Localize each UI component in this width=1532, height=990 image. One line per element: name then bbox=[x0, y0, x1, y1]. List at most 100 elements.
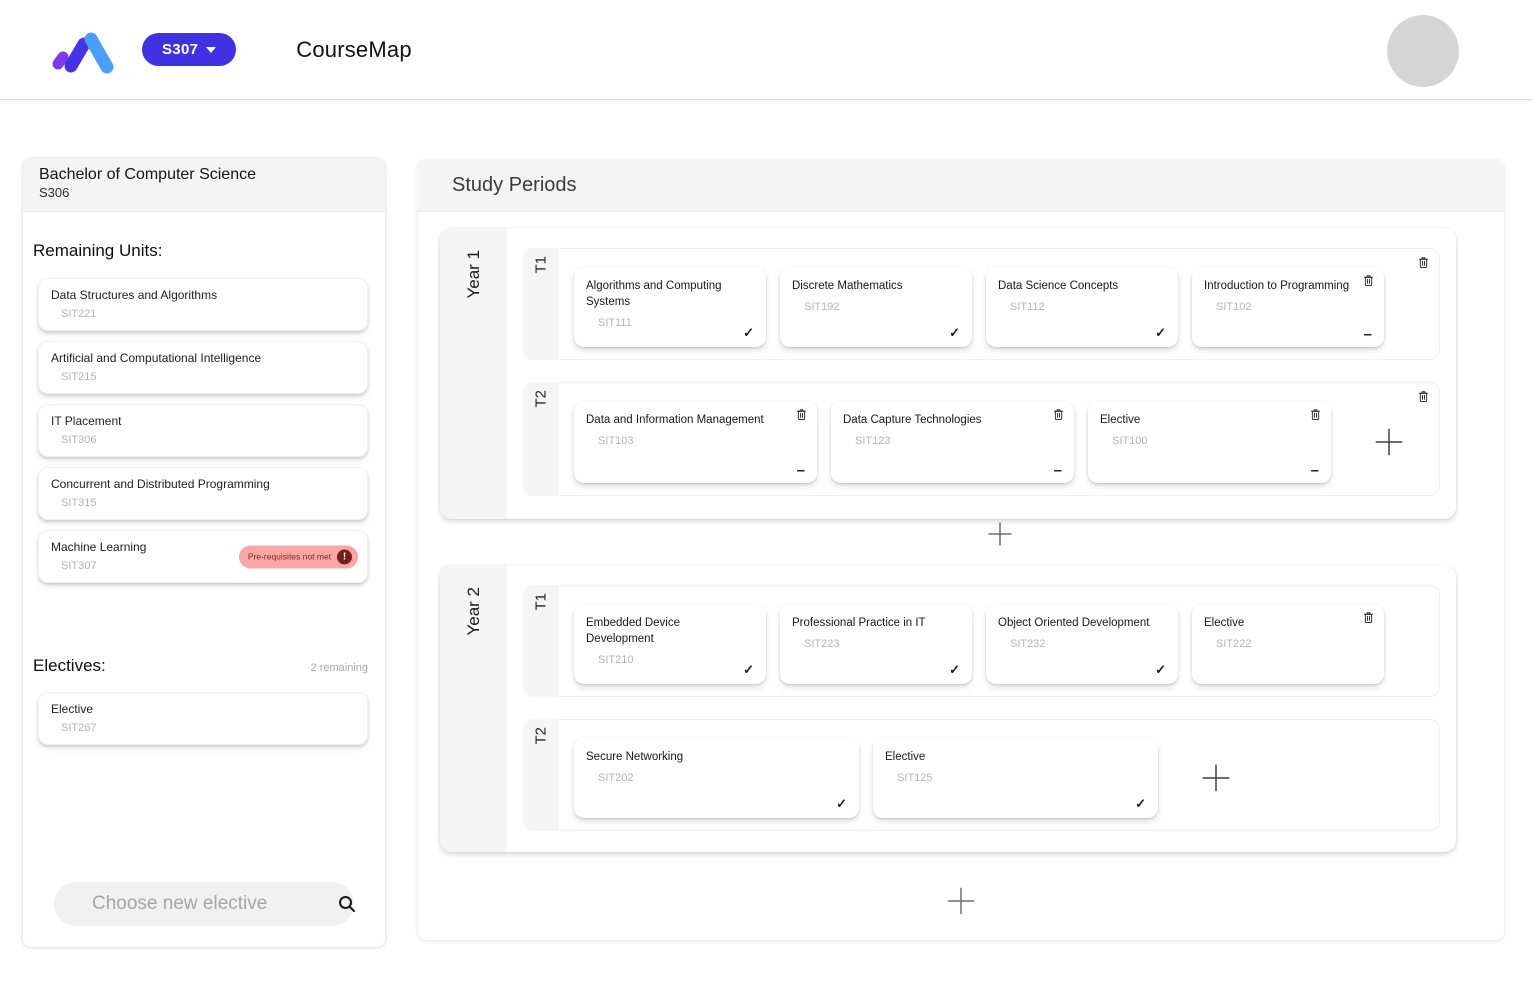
trimester-strip: T2 bbox=[523, 719, 559, 831]
year-strip: Year 2 bbox=[440, 565, 507, 852]
unit-title: Data Capture Technologies bbox=[843, 412, 1062, 428]
year-card: Year 2 T1 Embedded Device Development SI… bbox=[440, 565, 1456, 852]
unit-card[interactable]: Data and Information Management SIT103 – bbox=[574, 401, 817, 483]
check-icon: ✓ bbox=[1135, 796, 1146, 812]
trimester-row: T2 Secure Networking SIT202 ✓ Elective S… bbox=[523, 719, 1440, 831]
dash-icon: – bbox=[1054, 462, 1062, 479]
dash-icon: – bbox=[1311, 462, 1319, 479]
trimester-units: Algorithms and Computing Systems SIT111 … bbox=[559, 248, 1440, 360]
unit-code: SIT232 bbox=[1010, 638, 1166, 650]
unit-card[interactable]: Data Capture Technologies SIT123 – bbox=[831, 401, 1074, 483]
remove-unit-button[interactable] bbox=[795, 408, 808, 421]
unit-title: Introduction to Programming bbox=[1204, 278, 1372, 294]
electives-remaining-count: 2 remaining bbox=[311, 662, 368, 674]
unit-code: SIT267 bbox=[61, 722, 355, 734]
check-icon: ✓ bbox=[949, 662, 960, 678]
trimester-strip: T1 bbox=[523, 585, 559, 697]
search-icon[interactable] bbox=[337, 894, 357, 914]
unit-code: SIT123 bbox=[855, 435, 1062, 447]
year-content: T1 Embedded Device Development SIT210 ✓ … bbox=[507, 565, 1456, 852]
trimester-units: Data and Information Management SIT103 –… bbox=[559, 382, 1440, 496]
remove-unit-button[interactable] bbox=[1309, 408, 1322, 421]
unit-title: Algorithms and Computing Systems bbox=[586, 278, 754, 310]
remaining-unit-card[interactable]: IT Placement SIT306 bbox=[38, 404, 368, 457]
trash-icon bbox=[1417, 256, 1430, 269]
unit-card[interactable]: Elective SIT222 bbox=[1192, 604, 1384, 684]
unit-title: Secure Networking bbox=[586, 749, 847, 765]
trash-icon bbox=[1362, 611, 1375, 624]
remaining-units-heading: Remaining Units: bbox=[33, 241, 368, 261]
trimester-strip: T2 bbox=[523, 382, 559, 496]
unit-card[interactable]: Embedded Device Development SIT210 ✓ bbox=[574, 604, 766, 684]
study-periods-header: Study Periods bbox=[418, 160, 1504, 212]
electives-heading: Electives: bbox=[33, 656, 106, 676]
user-avatar[interactable] bbox=[1387, 15, 1459, 87]
unit-title: Professional Practice in IT bbox=[792, 615, 960, 631]
add-trimester-row bbox=[523, 518, 1440, 548]
unit-card[interactable]: Object Oriented Development SIT232 ✓ bbox=[986, 604, 1178, 684]
study-periods-body: Year 1 T1 Algorithms and Computing Syste… bbox=[418, 212, 1504, 917]
unit-card[interactable]: Elective SIT125 ✓ bbox=[873, 738, 1158, 818]
trimester-label: T2 bbox=[533, 390, 550, 408]
coursemap-logo-icon bbox=[48, 25, 118, 75]
unit-card[interactable]: Secure Networking SIT202 ✓ bbox=[574, 738, 859, 818]
add-year-button[interactable] bbox=[945, 885, 977, 917]
degree-title: Bachelor of Computer Science bbox=[39, 166, 369, 184]
unit-title: Concurrent and Distributed Programming bbox=[51, 477, 355, 491]
remove-unit-button[interactable] bbox=[1362, 611, 1375, 624]
prerequisites-badge: Pre-requisites not met ! bbox=[239, 545, 358, 568]
remaining-unit-card[interactable]: Artificial and Computational Intelligenc… bbox=[38, 341, 368, 394]
unit-code: SIT112 bbox=[1010, 301, 1166, 313]
year-label: Year 2 bbox=[464, 587, 484, 636]
unit-code: SIT215 bbox=[61, 371, 355, 383]
check-icon: ✓ bbox=[1155, 325, 1166, 341]
unit-title: Object Oriented Development bbox=[998, 615, 1166, 631]
trimester-units: Secure Networking SIT202 ✓ Elective SIT1… bbox=[559, 719, 1440, 831]
course-code-label: S307 bbox=[162, 41, 198, 58]
elective-search-input[interactable] bbox=[92, 893, 337, 915]
unit-card[interactable]: Discrete Mathematics SIT192 ✓ bbox=[780, 267, 972, 347]
add-trimester-button[interactable] bbox=[986, 520, 1014, 548]
elective-unit-card[interactable]: Elective SIT267 bbox=[38, 692, 368, 745]
degree-code: S306 bbox=[39, 185, 369, 200]
unit-code: SIT102 bbox=[1216, 301, 1372, 313]
unit-title: Elective bbox=[885, 749, 1146, 765]
unit-code: SIT306 bbox=[61, 434, 355, 446]
delete-trimester-button[interactable] bbox=[1417, 390, 1430, 403]
add-unit-button[interactable] bbox=[1200, 762, 1232, 794]
unit-card[interactable]: Algorithms and Computing Systems SIT111 … bbox=[574, 267, 766, 347]
trash-icon bbox=[795, 408, 808, 421]
course-sidebar: Bachelor of Computer Science S306 Remain… bbox=[23, 158, 385, 947]
trash-icon bbox=[1309, 408, 1322, 421]
remaining-unit-card[interactable]: Concurrent and Distributed Programming S… bbox=[38, 467, 368, 520]
delete-trimester-button[interactable] bbox=[1417, 256, 1430, 269]
unit-card[interactable]: Data Science Concepts SIT112 ✓ bbox=[986, 267, 1178, 347]
year-card: Year 1 T1 Algorithms and Computing Syste… bbox=[440, 228, 1456, 519]
check-icon: ✓ bbox=[836, 796, 847, 812]
year-label: Year 1 bbox=[464, 250, 484, 299]
trimester-row: T2 Data and Information Management SIT10… bbox=[523, 382, 1440, 496]
remaining-unit-card[interactable]: Data Structures and Algorithms SIT221 bbox=[38, 278, 368, 331]
remove-unit-button[interactable] bbox=[1362, 274, 1375, 287]
remove-unit-button[interactable] bbox=[1052, 408, 1065, 421]
dash-icon: – bbox=[1364, 326, 1372, 343]
add-unit-button[interactable] bbox=[1373, 426, 1405, 458]
trimester-label: T2 bbox=[533, 727, 550, 745]
course-code-dropdown[interactable]: S307 bbox=[142, 33, 236, 66]
alert-icon: ! bbox=[337, 549, 352, 564]
trimester-units: Embedded Device Development SIT210 ✓ Pro… bbox=[559, 585, 1440, 697]
unit-card[interactable]: Professional Practice in IT SIT223 ✓ bbox=[780, 604, 972, 684]
app-title: CourseMap bbox=[296, 37, 412, 63]
plus-icon bbox=[945, 885, 977, 917]
trash-icon bbox=[1362, 274, 1375, 287]
unit-card[interactable]: Elective SIT100 – bbox=[1088, 401, 1331, 483]
trimester-label: T1 bbox=[533, 593, 550, 611]
plus-icon bbox=[986, 520, 1014, 548]
remaining-unit-card[interactable]: Machine Learning SIT307 Pre-requisites n… bbox=[38, 530, 368, 583]
unit-title: Data Structures and Algorithms bbox=[51, 288, 355, 302]
check-icon: ✓ bbox=[949, 325, 960, 341]
unit-card[interactable]: Introduction to Programming SIT102 – bbox=[1192, 267, 1384, 347]
trimester-strip: T1 bbox=[523, 248, 559, 360]
caret-down-icon bbox=[206, 47, 216, 53]
unit-code: SIT223 bbox=[804, 638, 960, 650]
